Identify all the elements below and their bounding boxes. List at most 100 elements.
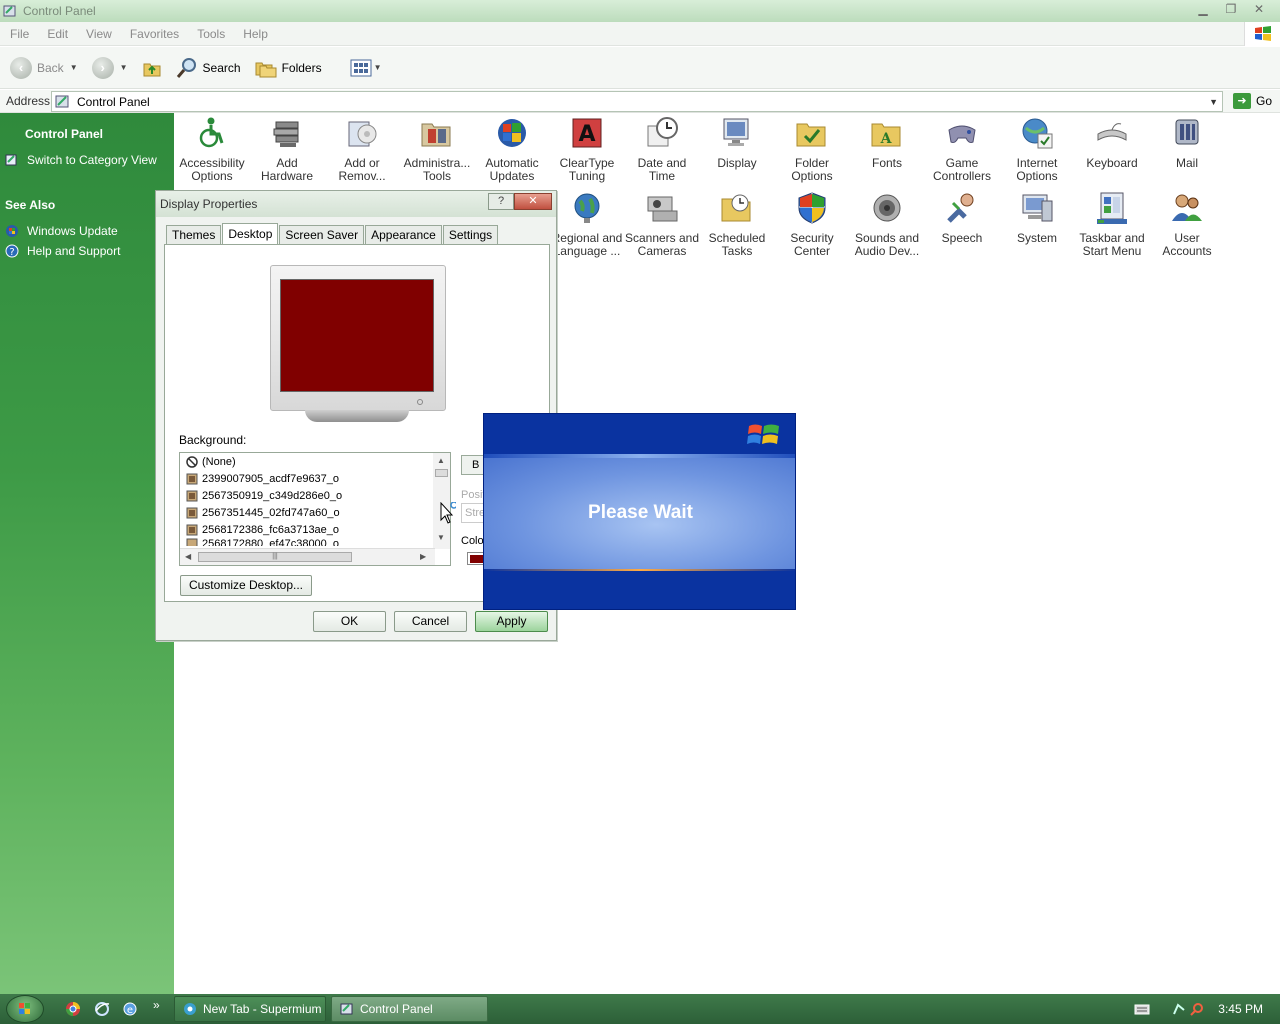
scroll-down-icon[interactable]: ▼ xyxy=(437,533,445,542)
cancel-button[interactable]: Cancel xyxy=(394,611,467,632)
quick-launch-more-icon[interactable]: » xyxy=(153,998,160,1012)
views-dropdown-icon: ▼ xyxy=(373,63,382,72)
internet-options-item[interactable]: Internet Options xyxy=(999,116,1075,183)
keyboard-tray-icon[interactable] xyxy=(1134,1003,1150,1015)
tab-desktop[interactable]: Desktop xyxy=(222,223,279,244)
views-button[interactable]: ▼ xyxy=(350,53,390,83)
dialog-help-button[interactable]: ? xyxy=(488,193,514,210)
accessibility-options-item[interactable]: Accessibility Options xyxy=(174,116,250,183)
mail-item[interactable]: Mail xyxy=(1149,116,1225,170)
svg-text:A: A xyxy=(880,131,893,147)
scanners-cameras-item[interactable]: Scanners and Cameras xyxy=(624,191,700,258)
chrome-icon[interactable] xyxy=(65,1001,81,1017)
restore-button[interactable]: ❐ xyxy=(1220,2,1242,18)
horizontal-scrollbar[interactable]: ◀ ||| ▶ xyxy=(180,548,435,565)
switch-category-view-link[interactable]: Switch to Category View xyxy=(5,153,157,167)
menu-bar: File Edit View Favorites Tools Help xyxy=(0,22,1280,46)
fonts-item[interactable]: A Fonts xyxy=(849,116,925,170)
forward-dropdown-icon[interactable]: ▼ xyxy=(120,63,128,72)
display-item[interactable]: Display xyxy=(699,116,775,170)
please-wait-dialog: Please Wait xyxy=(483,413,796,610)
list-item[interactable]: (None) xyxy=(180,453,450,470)
start-button[interactable] xyxy=(6,995,44,1023)
close-window-button[interactable]: ✕ xyxy=(1248,2,1270,18)
tab-appearance[interactable]: Appearance xyxy=(365,225,442,244)
taskbar-button-supermium[interactable]: New Tab - Supermium xyxy=(174,996,326,1022)
taskbar-button-control-panel[interactable]: Control Panel xyxy=(331,996,488,1022)
search-tray-icon[interactable] xyxy=(1190,1002,1204,1016)
preview-screen xyxy=(280,279,434,392)
folders-button[interactable]: Folders xyxy=(255,53,322,83)
taskbar-label-2: Start Menu xyxy=(1082,244,1142,258)
internet-explorer-icon[interactable] xyxy=(94,1001,110,1017)
background-list[interactable]: (None) 2399007905_acdf7e9637_o 256735091… xyxy=(179,452,451,566)
administrative-tools-item[interactable]: Administra... Tools xyxy=(399,116,475,183)
dialog-close-button[interactable]: ✕ xyxy=(514,193,552,210)
menu-edit[interactable]: Edit xyxy=(47,27,68,41)
minimize-button[interactable]: ▁ xyxy=(1192,2,1214,18)
tab-themes[interactable]: Themes xyxy=(166,225,222,244)
taskbar-start-menu-item[interactable]: Taskbar and Start Menu xyxy=(1074,191,1150,258)
help-support-link[interactable]: ? Help and Support xyxy=(5,244,120,258)
menu-tools[interactable]: Tools xyxy=(197,27,225,41)
go-button[interactable]: ➜ Go xyxy=(1232,93,1272,109)
menu-file[interactable]: File xyxy=(10,27,29,41)
customize-desktop-button[interactable]: Customize Desktop... xyxy=(180,575,312,596)
search-button[interactable]: Search xyxy=(176,53,241,83)
network-tray-icon[interactable] xyxy=(1172,1002,1186,1016)
user-accounts-item[interactable]: User Accounts xyxy=(1149,191,1225,258)
sounds-label-2: Audio Dev... xyxy=(854,244,920,258)
forward-button[interactable]: › ▼ xyxy=(91,53,136,83)
background-item-label: (None) xyxy=(202,455,236,468)
speech-item[interactable]: Speech xyxy=(924,191,1000,245)
back-button[interactable]: ‹ Back ▼ xyxy=(10,53,86,83)
list-item[interactable]: 2567350919_c349d286e0_o xyxy=(180,487,450,504)
security-center-label-2: Center xyxy=(793,244,831,258)
list-item[interactable]: 2399007905_acdf7e9637_o xyxy=(180,470,450,487)
cleartype-tuning-item[interactable]: A ClearType Tuning xyxy=(549,116,625,183)
scroll-up-icon[interactable]: ▲ xyxy=(437,456,445,465)
vertical-scrollbar[interactable]: ▲ ▼ xyxy=(433,453,450,549)
security-center-item[interactable]: Security Center xyxy=(774,191,850,258)
regional-language-item[interactable]: Regional and Language ... xyxy=(547,191,627,258)
add-remove-programs-icon xyxy=(348,121,377,147)
scheduled-tasks-item[interactable]: Scheduled Tasks xyxy=(699,191,775,258)
system-item[interactable]: System xyxy=(999,191,1075,245)
regional-label-2: Language ... xyxy=(553,244,621,258)
automatic-updates-item[interactable]: Automatic Updates xyxy=(474,116,550,183)
list-item[interactable]: 2567351445_02fd747a60_o xyxy=(180,504,450,521)
menu-help[interactable]: Help xyxy=(243,27,268,41)
windows-update-link[interactable]: Windows Update xyxy=(5,224,118,238)
menu-favorites[interactable]: Favorites xyxy=(130,27,179,41)
add-remove-programs-item[interactable]: Add or Remov... xyxy=(324,116,400,183)
back-dropdown-icon[interactable]: ▼ xyxy=(70,63,78,72)
svg-text:e: e xyxy=(127,1005,133,1016)
list-item[interactable]: 2568172386_fc6a3713ae_o xyxy=(180,521,450,538)
menu-view[interactable]: View xyxy=(86,27,112,41)
scanners-cameras-icon xyxy=(647,196,678,222)
game-controllers-item[interactable]: Game Controllers xyxy=(924,116,1000,183)
show-desktop-icon[interactable]: e xyxy=(122,1001,138,1017)
image-file-icon xyxy=(186,524,198,535)
folder-options-item[interactable]: Folder Options xyxy=(774,116,850,183)
tab-screen-saver[interactable]: Screen Saver xyxy=(279,225,365,244)
horizontal-scroll-thumb[interactable]: ||| xyxy=(198,552,352,562)
admin-tools-label-2: Tools xyxy=(422,169,451,183)
scroll-left-icon[interactable]: ◀ xyxy=(185,552,191,561)
ok-button[interactable]: OK xyxy=(313,611,386,632)
keyboard-item[interactable]: Keyboard xyxy=(1074,116,1150,170)
sounds-audio-item[interactable]: Sounds and Audio Dev... xyxy=(849,191,925,258)
pane-title: Control Panel xyxy=(25,127,104,141)
date-time-item[interactable]: Date and Time xyxy=(624,116,700,183)
address-dropdown-icon[interactable]: ▼ xyxy=(1209,97,1218,107)
up-folder-button[interactable] xyxy=(142,53,162,83)
add-hardware-item[interactable]: Add Hardware xyxy=(249,116,325,183)
tab-settings[interactable]: Settings xyxy=(442,225,499,244)
help-support-label: Help and Support xyxy=(27,244,121,258)
vertical-scroll-thumb[interactable] xyxy=(435,469,448,477)
none-icon xyxy=(186,455,198,468)
scroll-right-icon[interactable]: ▶ xyxy=(420,552,426,561)
apply-button[interactable]: Apply xyxy=(475,611,548,632)
list-item[interactable]: 2568172880_ef47c38000_o xyxy=(180,538,450,546)
address-input[interactable]: Control Panel ▼ xyxy=(51,91,1223,112)
